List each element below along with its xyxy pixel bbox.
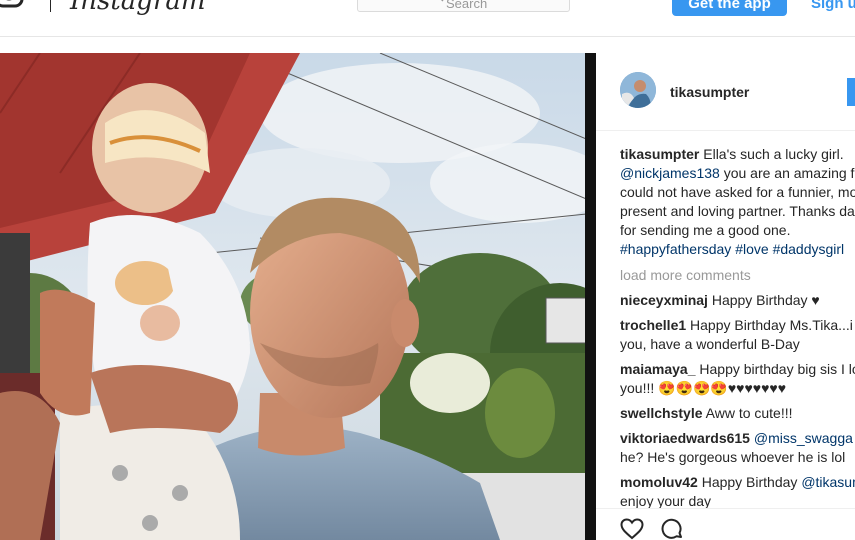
search-box[interactable] bbox=[357, 0, 570, 15]
post-photo-illustration bbox=[0, 53, 596, 540]
instagram-camera-icon[interactable] bbox=[0, 0, 28, 14]
post-photo[interactable] bbox=[0, 53, 596, 540]
comment-mention[interactable]: @miss_swagga bbox=[754, 430, 853, 446]
comment-username[interactable]: trochelle1 bbox=[620, 317, 686, 333]
comment-item: nieceyxminaj Happy Birthday ♥ bbox=[620, 291, 855, 310]
author-username[interactable]: tikasumpter bbox=[670, 84, 749, 100]
caption-text: Ella's such a lucky girl. bbox=[699, 146, 844, 162]
search-icon bbox=[441, 0, 444, 2]
caption-mention[interactable]: @nickjames138 bbox=[620, 165, 720, 181]
post-action-bar bbox=[596, 508, 855, 540]
hashtag[interactable]: #love bbox=[735, 241, 768, 257]
comment-text: Happy Birthday bbox=[697, 474, 802, 490]
comment-username[interactable]: swellchstyle bbox=[620, 405, 703, 421]
comment-username[interactable]: maiamaya_ bbox=[620, 361, 696, 377]
comment-text: he? He's gorgeous whoever he is lol bbox=[620, 449, 846, 465]
comment-item: momoluv42 Happy Birthday @tikasum enjoy … bbox=[620, 473, 855, 511]
hashtag[interactable]: #daddysgirl bbox=[773, 241, 845, 257]
instagram-logotype[interactable]: Instagram bbox=[70, 0, 206, 16]
nav-divider bbox=[50, 0, 51, 12]
load-more-comments-link[interactable]: load more comments bbox=[620, 266, 855, 285]
caption-text: could not have asked for a funnier, mo bbox=[620, 184, 855, 200]
avatar-image bbox=[620, 72, 656, 108]
comment-item: swellchstyle Aww to cute!!! bbox=[620, 404, 855, 423]
comments-list: tikasumpter Ella's such a lucky girl. @n… bbox=[620, 145, 855, 517]
sign-up-link[interactable]: Sign up bbox=[811, 0, 855, 16]
comment-username[interactable]: viktoriaedwards615 bbox=[620, 430, 750, 446]
speech-bubble-icon[interactable] bbox=[660, 517, 684, 540]
comment-text: you, have a wonderful B-Day bbox=[620, 336, 800, 352]
comment-username[interactable]: nieceyxminaj bbox=[620, 292, 708, 308]
author-avatar[interactable] bbox=[620, 72, 656, 108]
comment-text: Happy Birthday Ms.Tika...i h bbox=[686, 317, 855, 333]
top-nav: Instagram Get the app Sign up bbox=[0, 0, 855, 37]
caption-text: you are an amazing fa bbox=[719, 165, 855, 181]
caption-text: present and loving partner. Thanks dad bbox=[620, 203, 855, 219]
comment-text: Happy birthday big sis I lo bbox=[695, 361, 855, 377]
caption-username[interactable]: tikasumpter bbox=[620, 146, 699, 162]
post-header: tikasumpter bbox=[596, 53, 855, 131]
comment-mention[interactable]: @tikasum bbox=[801, 474, 855, 490]
caption-text: for sending me a good one. bbox=[620, 222, 791, 238]
search-input[interactable] bbox=[446, 0, 556, 15]
post-caption: tikasumpter Ella's such a lucky girl. @n… bbox=[620, 145, 855, 259]
heart-outline-icon[interactable] bbox=[620, 518, 644, 540]
comment-item: viktoriaedwards615 @miss_swagga wh he? H… bbox=[620, 429, 855, 467]
comment-item: maiamaya_ Happy birthday big sis I lo yo… bbox=[620, 360, 855, 398]
comment-text: you!!! 😍😍😍😍♥♥♥♥♥♥♥ bbox=[620, 380, 787, 396]
comment-text: Happy Birthday ♥ bbox=[707, 292, 820, 308]
post-details-panel: tikasumpter tikasumpter Ella's such a lu… bbox=[596, 53, 855, 540]
comment-text: enjoy your day bbox=[620, 493, 712, 509]
follow-button[interactable] bbox=[847, 78, 855, 106]
comment-item: trochelle1 Happy Birthday Ms.Tika...i h … bbox=[620, 316, 855, 354]
hashtag[interactable]: #happyfathersday bbox=[620, 241, 731, 257]
get-the-app-button[interactable]: Get the app bbox=[672, 0, 787, 16]
comment-text: Aww to cute!!! bbox=[702, 405, 793, 421]
photo-edge bbox=[585, 53, 596, 540]
comment-username[interactable]: momoluv42 bbox=[620, 474, 698, 490]
